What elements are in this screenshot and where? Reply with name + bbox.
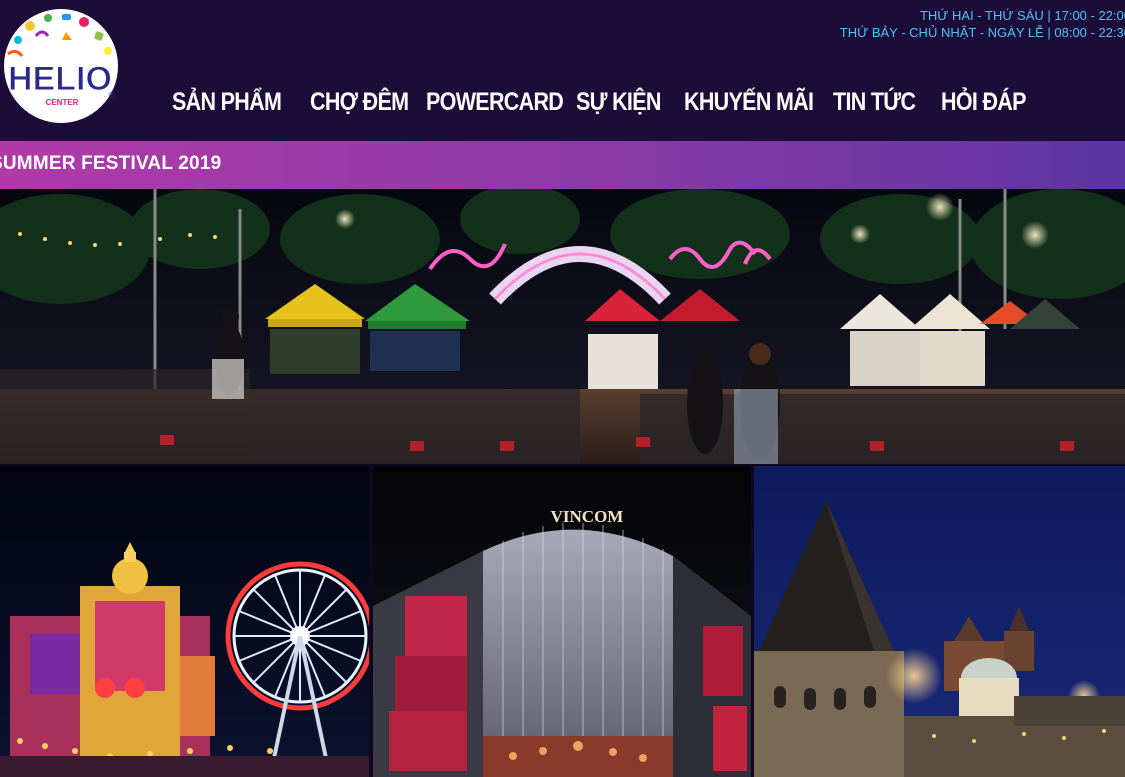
section-title: SUMMER FESTIVAL 2019 [0,153,222,174]
helio-center-logo[interactable]: HELIO CENTER ® [0,6,122,124]
logo-subtext: CENTER [46,98,79,107]
french-village-photo[interactable] [754,466,1125,777]
nav-item-san-pham[interactable]: SẢN PHẨM [172,88,291,117]
vincom-sign: VINCOM [551,507,624,526]
nav-item-powercard[interactable]: POWERCARD [426,88,564,117]
section-banner: SUMMER FESTIVAL 2019 [0,141,1125,189]
hours-weekday: THỨ HAI - THỨ SÁU | 17:00 - 22:00 [919,8,1125,23]
opening-hours: THỨ HAI - THỨ SÁU | 17:00 - 22:00 THỨ BẢ… [840,7,1125,41]
nav-item-su-kien[interactable]: SỰ KIỆN [576,88,669,117]
logo-registered-mark: ® [109,90,116,100]
nav-item-hoi-dap[interactable]: HỎI ĐÁP [941,88,1026,117]
hours-weekend: THỨ BẢY - CHỦ NHẬT - NGÀY LỄ | 08:00 - 2… [839,25,1125,40]
nav-item-tin-tuc[interactable]: TIN TỨC [833,88,926,117]
vincom-plaza-photo[interactable]: VINCOM [373,466,751,777]
logo-wordmark: HELIO [8,60,112,98]
night-market-photo[interactable] [0,189,1125,464]
nav-item-cho-dem[interactable]: CHỢ ĐÊM [310,88,410,117]
site-header: HELIO CENTER ® THỨ HAI - THỨ SÁU | 17:00… [0,0,1125,141]
nav-item-khuyen-mai[interactable]: KHUYẾN MÃI [684,88,814,117]
sun-wheel-photo[interactable] [0,466,369,777]
main-nav: SẢN PHẨM CHỢ ĐÊM POWERCARD SỰ KIỆN KHUYẾ… [172,84,1027,120]
